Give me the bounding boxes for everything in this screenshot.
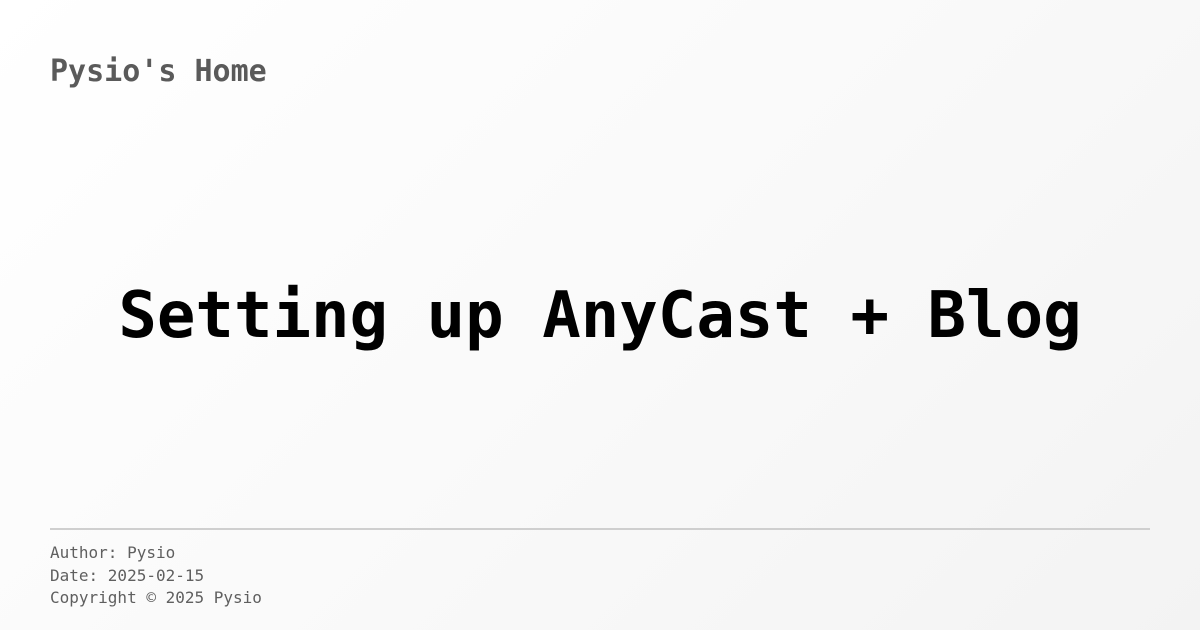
footer-divider bbox=[50, 528, 1150, 530]
post-title: Setting up AnyCast + Blog bbox=[118, 279, 1082, 353]
post-meta: Author: Pysio Date: 2025-02-15 Copyright… bbox=[50, 542, 262, 610]
copyright-line: Copyright © 2025 Pysio bbox=[50, 588, 262, 607]
site-name: Pysio's Home bbox=[50, 54, 267, 89]
author-line: Author: Pysio bbox=[50, 543, 176, 562]
date-line: Date: 2025-02-15 bbox=[50, 565, 205, 585]
